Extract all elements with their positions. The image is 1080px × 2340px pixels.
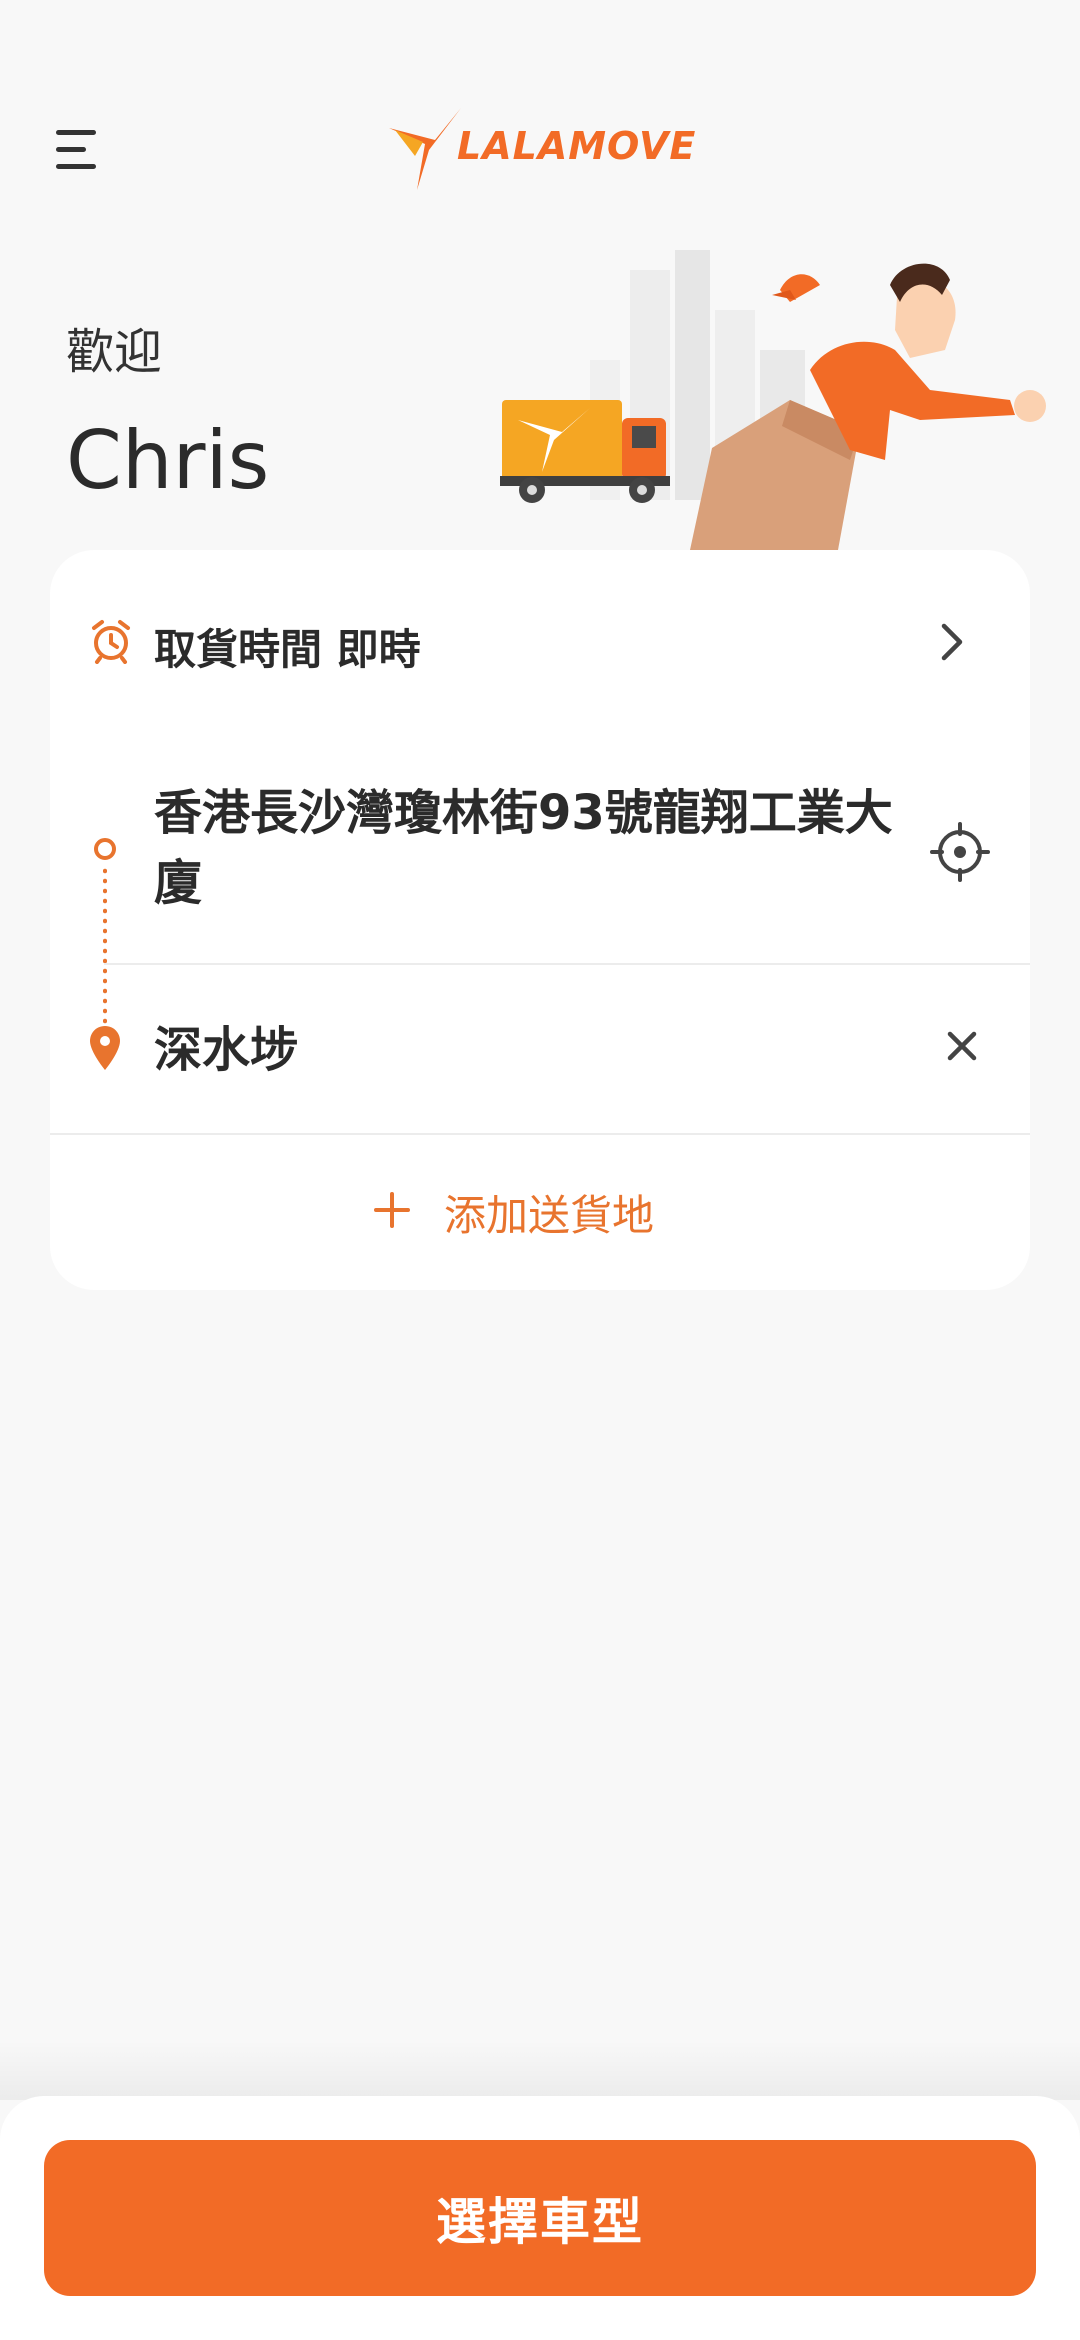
route-line — [103, 866, 107, 1024]
pickup-marker — [94, 838, 116, 860]
home-screen: LALAMOVE 歡迎 Chris 取貨時間 即時 香港長沙灣瓊林街93號龍翔工… — [0, 0, 1080, 2340]
divider — [104, 963, 1030, 965]
alarm-clock-icon — [92, 620, 130, 664]
location-pin-icon — [90, 1026, 120, 1070]
close-icon[interactable] — [944, 1028, 980, 1064]
pickup-address[interactable]: 香港長沙灣瓊林街93號龍翔工業大廈 — [154, 778, 914, 918]
dropoff-address[interactable]: 深水埗 — [154, 1010, 298, 1080]
brand-logo: LALAMOVE — [385, 100, 705, 200]
delivery-illustration — [500, 250, 1046, 550]
add-stop-label: 添加送貨地 — [444, 1191, 655, 1240]
bottom-shadow — [0, 2040, 1080, 2100]
user-name: Chris — [66, 414, 270, 507]
plus-icon — [374, 1192, 410, 1228]
menu-line — [56, 130, 96, 135]
select-vehicle-button[interactable]: 選擇車型 — [44, 2140, 1036, 2296]
bird-logo-icon — [389, 108, 461, 190]
menu-button[interactable] — [56, 128, 100, 172]
crosshair-icon[interactable] — [930, 822, 990, 882]
welcome-text: 歡迎 — [66, 324, 163, 380]
brand-name: LALAMOVE — [457, 124, 697, 168]
pickup-time-row[interactable]: 取貨時間 即時 — [50, 550, 1030, 730]
select-vehicle-label: 選擇車型 — [436, 2193, 644, 2251]
chevron-right-icon — [941, 623, 963, 661]
pickup-time-label: 取貨時間 即時 — [154, 625, 421, 674]
menu-line — [56, 164, 96, 169]
menu-line — [56, 147, 86, 152]
